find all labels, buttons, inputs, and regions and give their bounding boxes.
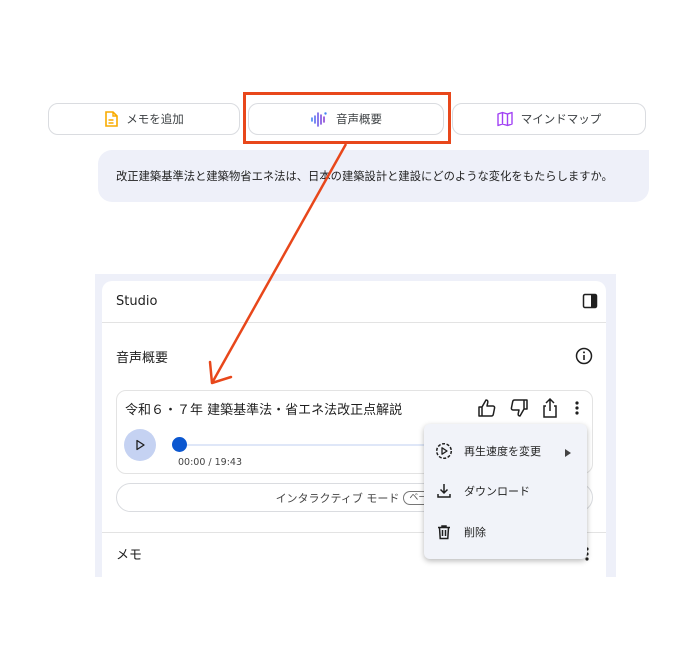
audio-time: 00:00 / 19:43: [178, 457, 242, 468]
audio-options-menu: 再生速度を変更 ダウンロード 削除: [424, 424, 587, 559]
menu-item-playback-speed[interactable]: 再生速度を変更: [424, 431, 587, 471]
note-icon: [104, 111, 119, 127]
thumbs-down-icon[interactable]: [508, 397, 530, 423]
share-icon[interactable]: [540, 397, 560, 423]
audio-progress-handle[interactable]: [172, 437, 187, 452]
menu-item-download[interactable]: ダウンロード: [424, 471, 587, 511]
info-icon[interactable]: [575, 347, 593, 369]
mindmap-label: マインドマップ: [520, 112, 602, 126]
highlight-box: [243, 92, 451, 144]
divider: [102, 322, 606, 323]
menu-item-delete[interactable]: 削除: [424, 512, 587, 552]
mindmap-button[interactable]: マインドマップ: [452, 103, 646, 135]
suggested-question-text: 改正建築基準法と建築物省エネ法は、日本の建築設計と建設にどのような変化をもたらし…: [116, 170, 613, 183]
trash-icon: [435, 523, 453, 544]
studio-title: Studio: [116, 294, 158, 309]
playback-speed-icon: [435, 442, 453, 463]
add-memo-label: メモを追加: [126, 112, 184, 126]
interactive-mode-label: インタラクティブ モード: [275, 491, 400, 505]
audio-overview-section-title: 音声概要: [116, 351, 169, 366]
download-icon: [435, 482, 453, 503]
memo-section-title: メモ: [116, 548, 143, 563]
play-button[interactable]: [124, 429, 156, 461]
map-icon: [497, 111, 513, 127]
more-vert-icon[interactable]: [570, 397, 584, 423]
thumbs-up-icon[interactable]: [476, 397, 498, 423]
submenu-arrow-icon: [565, 447, 571, 460]
audio-track-title: 令和６・７年 建築基準法・省エネ法改正点解説: [125, 403, 403, 418]
add-memo-button[interactable]: メモを追加: [48, 103, 240, 135]
play-icon: [134, 436, 146, 455]
panel-toggle-icon[interactable]: [582, 293, 598, 313]
audio-progress-track[interactable]: [179, 444, 429, 446]
suggested-question[interactable]: 改正建築基準法と建築物省エネ法は、日本の建築設計と建設にどのような変化をもたらし…: [98, 150, 649, 202]
